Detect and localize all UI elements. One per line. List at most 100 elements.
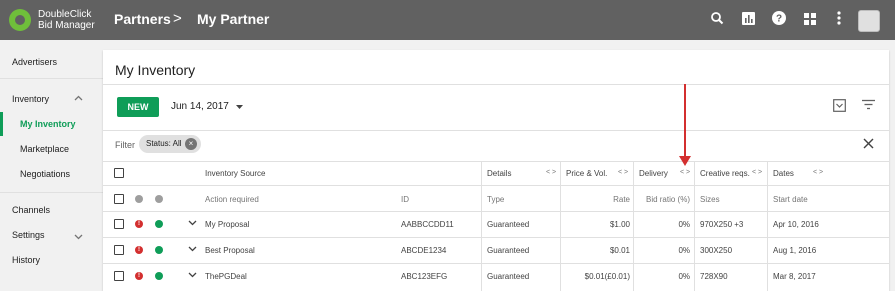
row-type: Guaranteed: [487, 272, 530, 281]
subheader-rate[interactable]: Rate: [566, 195, 630, 204]
row-divider: [103, 237, 889, 238]
breadcrumb-partners[interactable]: Partners: [114, 11, 171, 27]
status-active-icon: [155, 272, 163, 280]
expand-row-icon[interactable]: [188, 270, 197, 280]
column-divider: [481, 162, 482, 291]
close-icon[interactable]: [861, 138, 875, 152]
row-type: Guaranteed: [487, 220, 530, 229]
row-type: Guaranteed: [487, 246, 530, 255]
status-header-icon: [155, 195, 163, 203]
annotation-arrow-head-icon: [679, 156, 691, 166]
column-divider: [767, 162, 768, 291]
help-icon[interactable]: ?: [769, 10, 789, 30]
header-details[interactable]: Details: [487, 169, 511, 178]
error-icon[interactable]: !: [135, 272, 143, 280]
row-id: ABCDE1234: [401, 246, 447, 255]
sidebar-item-marketplace[interactable]: Marketplace: [20, 144, 69, 154]
row-checkbox[interactable]: [114, 245, 124, 255]
expand-columns-icon[interactable]: < >: [680, 169, 690, 176]
row-rate: $0.01(£0.01): [584, 272, 630, 281]
row-name[interactable]: My Proposal: [205, 220, 249, 229]
header-inventory-source[interactable]: Inventory Source: [205, 169, 265, 178]
column-divider: [633, 162, 634, 291]
filter-divider: [103, 161, 889, 162]
subheader-divider: [103, 211, 889, 212]
chevron-up-icon[interactable]: [74, 93, 83, 103]
expand-row-icon[interactable]: [188, 218, 197, 228]
column-picker-icon[interactable]: [832, 99, 846, 113]
expand-columns-icon[interactable]: < >: [752, 169, 762, 176]
select-all-checkbox[interactable]: [114, 168, 124, 178]
toolbar-divider: [103, 130, 889, 131]
filter-list-icon[interactable]: [861, 99, 875, 113]
date-dropdown[interactable]: Jun 14, 2017: [171, 101, 243, 112]
row-id: AABBCCDD11: [401, 220, 454, 229]
row-checkbox[interactable]: [114, 271, 124, 281]
sidebar-item-negotiations[interactable]: Negotiations: [20, 169, 70, 179]
expand-columns-icon[interactable]: < >: [813, 169, 823, 176]
breadcrumb-separator: >: [173, 10, 182, 27]
column-divider: [694, 162, 695, 291]
row-bid-ratio: 0%: [678, 246, 690, 255]
page-title: My Inventory: [115, 62, 196, 78]
expand-row-icon[interactable]: [188, 244, 197, 254]
breadcrumb-current: My Partner: [197, 11, 270, 27]
sidebar-item-my-inventory[interactable]: My Inventory: [20, 119, 76, 129]
row-rate: $0.01: [609, 246, 630, 255]
error-icon[interactable]: !: [135, 246, 143, 254]
avatar[interactable]: [858, 10, 880, 32]
sidebar-divider: [0, 78, 103, 79]
expand-columns-icon[interactable]: < >: [546, 169, 556, 176]
row-checkbox[interactable]: [114, 219, 124, 229]
row-bid-ratio: 0%: [678, 272, 690, 281]
search-icon[interactable]: [707, 10, 727, 30]
row-name[interactable]: ThePGDeal: [205, 272, 247, 281]
select-all-checkbox[interactable]: [114, 194, 124, 204]
row-start-date: Apr 10, 2016: [773, 220, 819, 229]
sidebar-item-history[interactable]: History: [12, 255, 40, 265]
subheader-type[interactable]: Type: [487, 195, 504, 204]
svg-text:?: ?: [776, 14, 782, 25]
row-start-date: Aug 1, 2016: [773, 246, 817, 255]
column-divider: [560, 162, 561, 291]
caret-down-icon: [235, 101, 243, 112]
active-indicator: [0, 112, 3, 136]
sidebar-item-advertisers[interactable]: Advertisers: [12, 57, 57, 67]
top-app-bar: DoubleClick Bid Manager Partners > My Pa…: [0, 0, 895, 40]
sidebar-item-channels[interactable]: Channels: [12, 205, 50, 215]
header-creative-reqs[interactable]: Creative reqs.: [700, 169, 750, 178]
header-price-vol[interactable]: Price & Vol.: [566, 169, 607, 178]
row-rate: $1.00: [609, 220, 630, 229]
apps-icon[interactable]: [800, 10, 820, 30]
row-sizes: 728X90: [700, 272, 728, 281]
row-bid-ratio: 0%: [678, 220, 690, 229]
error-status-header-icon: [135, 195, 143, 203]
expand-columns-icon[interactable]: < >: [618, 169, 628, 176]
subheader-action-required[interactable]: Action required: [205, 195, 259, 204]
sidebar-item-settings[interactable]: Settings: [12, 230, 45, 240]
subheader-id[interactable]: ID: [401, 195, 409, 204]
status-active-icon: [155, 220, 163, 228]
row-divider: [103, 263, 889, 264]
date-value: Jun 14, 2017: [171, 101, 229, 113]
subheader-start-date[interactable]: Start date: [773, 195, 808, 204]
new-button[interactable]: NEW: [117, 97, 159, 117]
sidebar-item-inventory[interactable]: Inventory: [12, 94, 49, 104]
subheader-bid-ratio[interactable]: Bid ratio (%): [639, 195, 690, 204]
doubleclick-logo-icon[interactable]: [9, 9, 31, 31]
error-icon[interactable]: !: [135, 220, 143, 228]
more-vert-icon[interactable]: [829, 10, 849, 30]
header-delivery[interactable]: Delivery: [639, 169, 668, 178]
row-name[interactable]: Best Proposal: [205, 246, 255, 255]
reports-icon[interactable]: [738, 10, 758, 30]
header-dates[interactable]: Dates: [773, 169, 794, 178]
row-start-date: Mar 8, 2017: [773, 272, 816, 281]
close-chip-icon[interactable]: ×: [185, 138, 197, 150]
row-sizes: 300X250: [700, 246, 733, 255]
annotation-arrow-line: [684, 84, 686, 160]
brand-name: DoubleClick Bid Manager: [38, 9, 95, 31]
subheader-sizes[interactable]: Sizes: [700, 195, 720, 204]
title-divider: [103, 84, 889, 85]
chevron-down-icon[interactable]: [74, 232, 83, 242]
sidebar-divider: [0, 192, 103, 193]
